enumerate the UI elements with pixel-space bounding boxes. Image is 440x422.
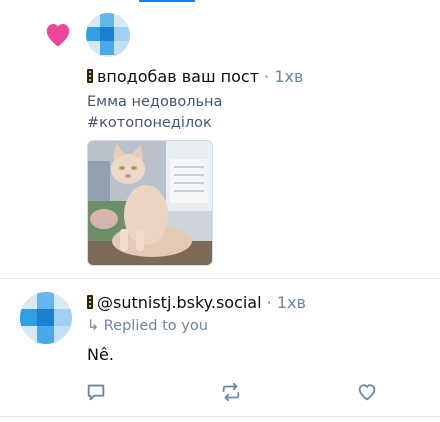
author-line: @sutnistj.bsky.social · 1хв: [87, 293, 306, 312]
like-button[interactable]: [355, 380, 379, 404]
author-emoji-icon: [87, 295, 93, 309]
timestamp[interactable]: 1хв: [277, 293, 306, 312]
heart-icon: [46, 24, 70, 47]
replied-to-label: ↳ Replied to you: [87, 318, 208, 334]
notification-text: вподобав ваш пост · 1хв: [87, 67, 303, 86]
separator: ·: [266, 293, 272, 312]
action-text: вподобав ваш пост: [97, 67, 260, 86]
divider: [0, 416, 440, 417]
timestamp: 1хв: [274, 67, 304, 86]
actor-avatar[interactable]: [86, 13, 130, 57]
post-text-line-1: Емма недовольна: [87, 94, 223, 110]
repost-icon: [222, 382, 240, 402]
repost-button[interactable]: [219, 380, 243, 404]
post-text-line-2: #котопонеділок: [87, 115, 212, 131]
like-notification[interactable]: вподобав ваш пост · 1хв Емма недовольна …: [0, 0, 440, 278]
reply-post[interactable]: @sutnistj.bsky.social · 1хв ↳ Replied to…: [0, 279, 440, 416]
author-avatar[interactable]: [20, 292, 72, 344]
like-icon: [358, 384, 376, 401]
actor-emoji-icon: [87, 69, 93, 83]
author-handle[interactable]: @sutnistj.bsky.social: [97, 293, 262, 312]
post-text: Nê.: [87, 345, 114, 364]
reply-icon: [87, 384, 105, 401]
reply-button[interactable]: [84, 380, 108, 404]
cat-photo[interactable]: [87, 140, 213, 266]
separator: ·: [264, 67, 270, 86]
